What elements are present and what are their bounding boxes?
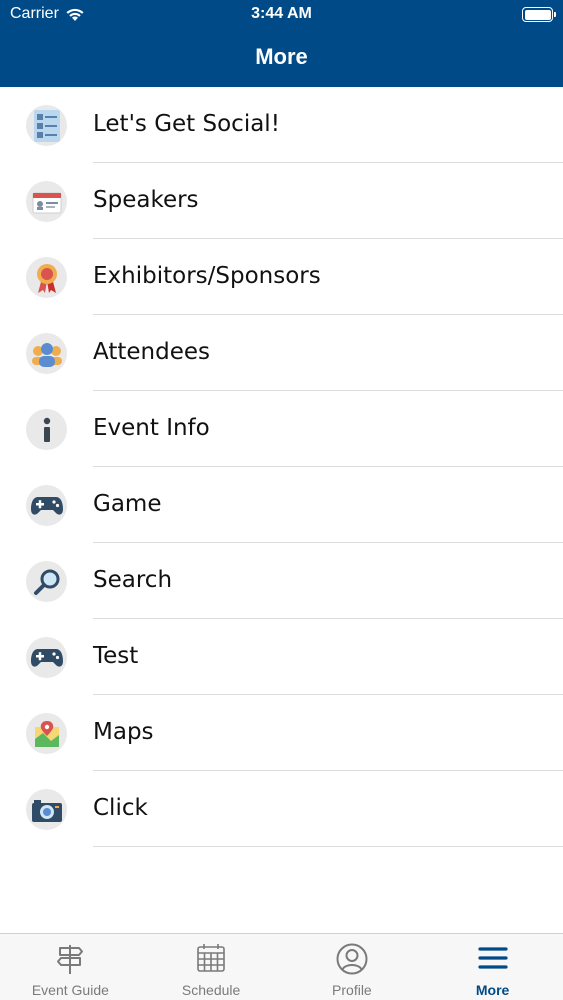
menu-item-search[interactable]: Search — [0, 543, 563, 619]
menu-item-game[interactable]: Game — [0, 467, 563, 543]
more-menu-list: Let's Get Social! Speakers Exhibitors/Sp… — [0, 87, 563, 847]
menu-item-label: Search — [93, 567, 173, 593]
row-divider — [93, 846, 563, 847]
menu-item-label: Test — [93, 643, 139, 669]
menu-item-event-info[interactable]: Event Info — [0, 391, 563, 467]
signpost-icon — [57, 945, 84, 974]
menu-item-label: Speakers — [93, 187, 199, 213]
map-pin-icon — [26, 713, 67, 754]
camera-icon — [26, 789, 67, 830]
menu-item-label: Attendees — [93, 339, 210, 365]
navigation-header: Carrier 3:44 AM More — [0, 0, 563, 87]
battery-icon — [522, 7, 556, 22]
menu-item-label: Let's Get Social! — [93, 111, 280, 137]
menu-item-click[interactable]: Click — [0, 771, 563, 847]
tab-more[interactable]: More — [422, 934, 563, 1000]
menu-item-lets-get-social[interactable]: Let's Get Social! — [0, 87, 563, 163]
menu-item-speakers[interactable]: Speakers — [0, 163, 563, 239]
menu-item-label: Exhibitors/Sponsors — [93, 263, 321, 289]
page-title: More — [255, 44, 308, 69]
tab-schedule[interactable]: Schedule — [141, 934, 282, 1000]
tab-profile[interactable]: Profile — [282, 934, 423, 1000]
info-icon — [26, 409, 67, 450]
menu-item-label: Game — [93, 491, 162, 517]
menu-item-label: Click — [93, 795, 148, 821]
calendar-icon — [197, 944, 225, 972]
gamepad-icon — [26, 637, 67, 678]
tab-event-guide[interactable]: Event Guide — [0, 934, 141, 1000]
status-bar: Carrier 3:44 AM — [0, 0, 563, 30]
menu-item-label: Event Info — [93, 415, 210, 441]
menu-item-label: Maps — [93, 719, 154, 745]
award-ribbon-icon — [26, 257, 67, 298]
tab-label: Event Guide — [31, 982, 109, 998]
tab-label: Profile — [332, 982, 372, 998]
speaker-badge-icon — [26, 181, 67, 222]
menu-item-exhibitors-sponsors[interactable]: Exhibitors/Sponsors — [0, 239, 563, 315]
contact-list-icon — [26, 105, 67, 146]
profile-icon — [336, 943, 368, 975]
magnifier-icon — [26, 561, 67, 602]
tab-bar: Event Guide Schedule Profile More — [0, 933, 563, 1000]
hamburger-menu-icon — [478, 947, 508, 969]
status-time: 3:44 AM — [251, 5, 312, 22]
people-group-icon — [26, 333, 67, 374]
tab-label: More — [475, 982, 510, 998]
menu-item-test[interactable]: Test — [0, 619, 563, 695]
menu-item-attendees[interactable]: Attendees — [0, 315, 563, 391]
tab-label: Schedule — [181, 982, 241, 998]
gamepad-icon — [26, 485, 67, 526]
menu-item-maps[interactable]: Maps — [0, 695, 563, 771]
